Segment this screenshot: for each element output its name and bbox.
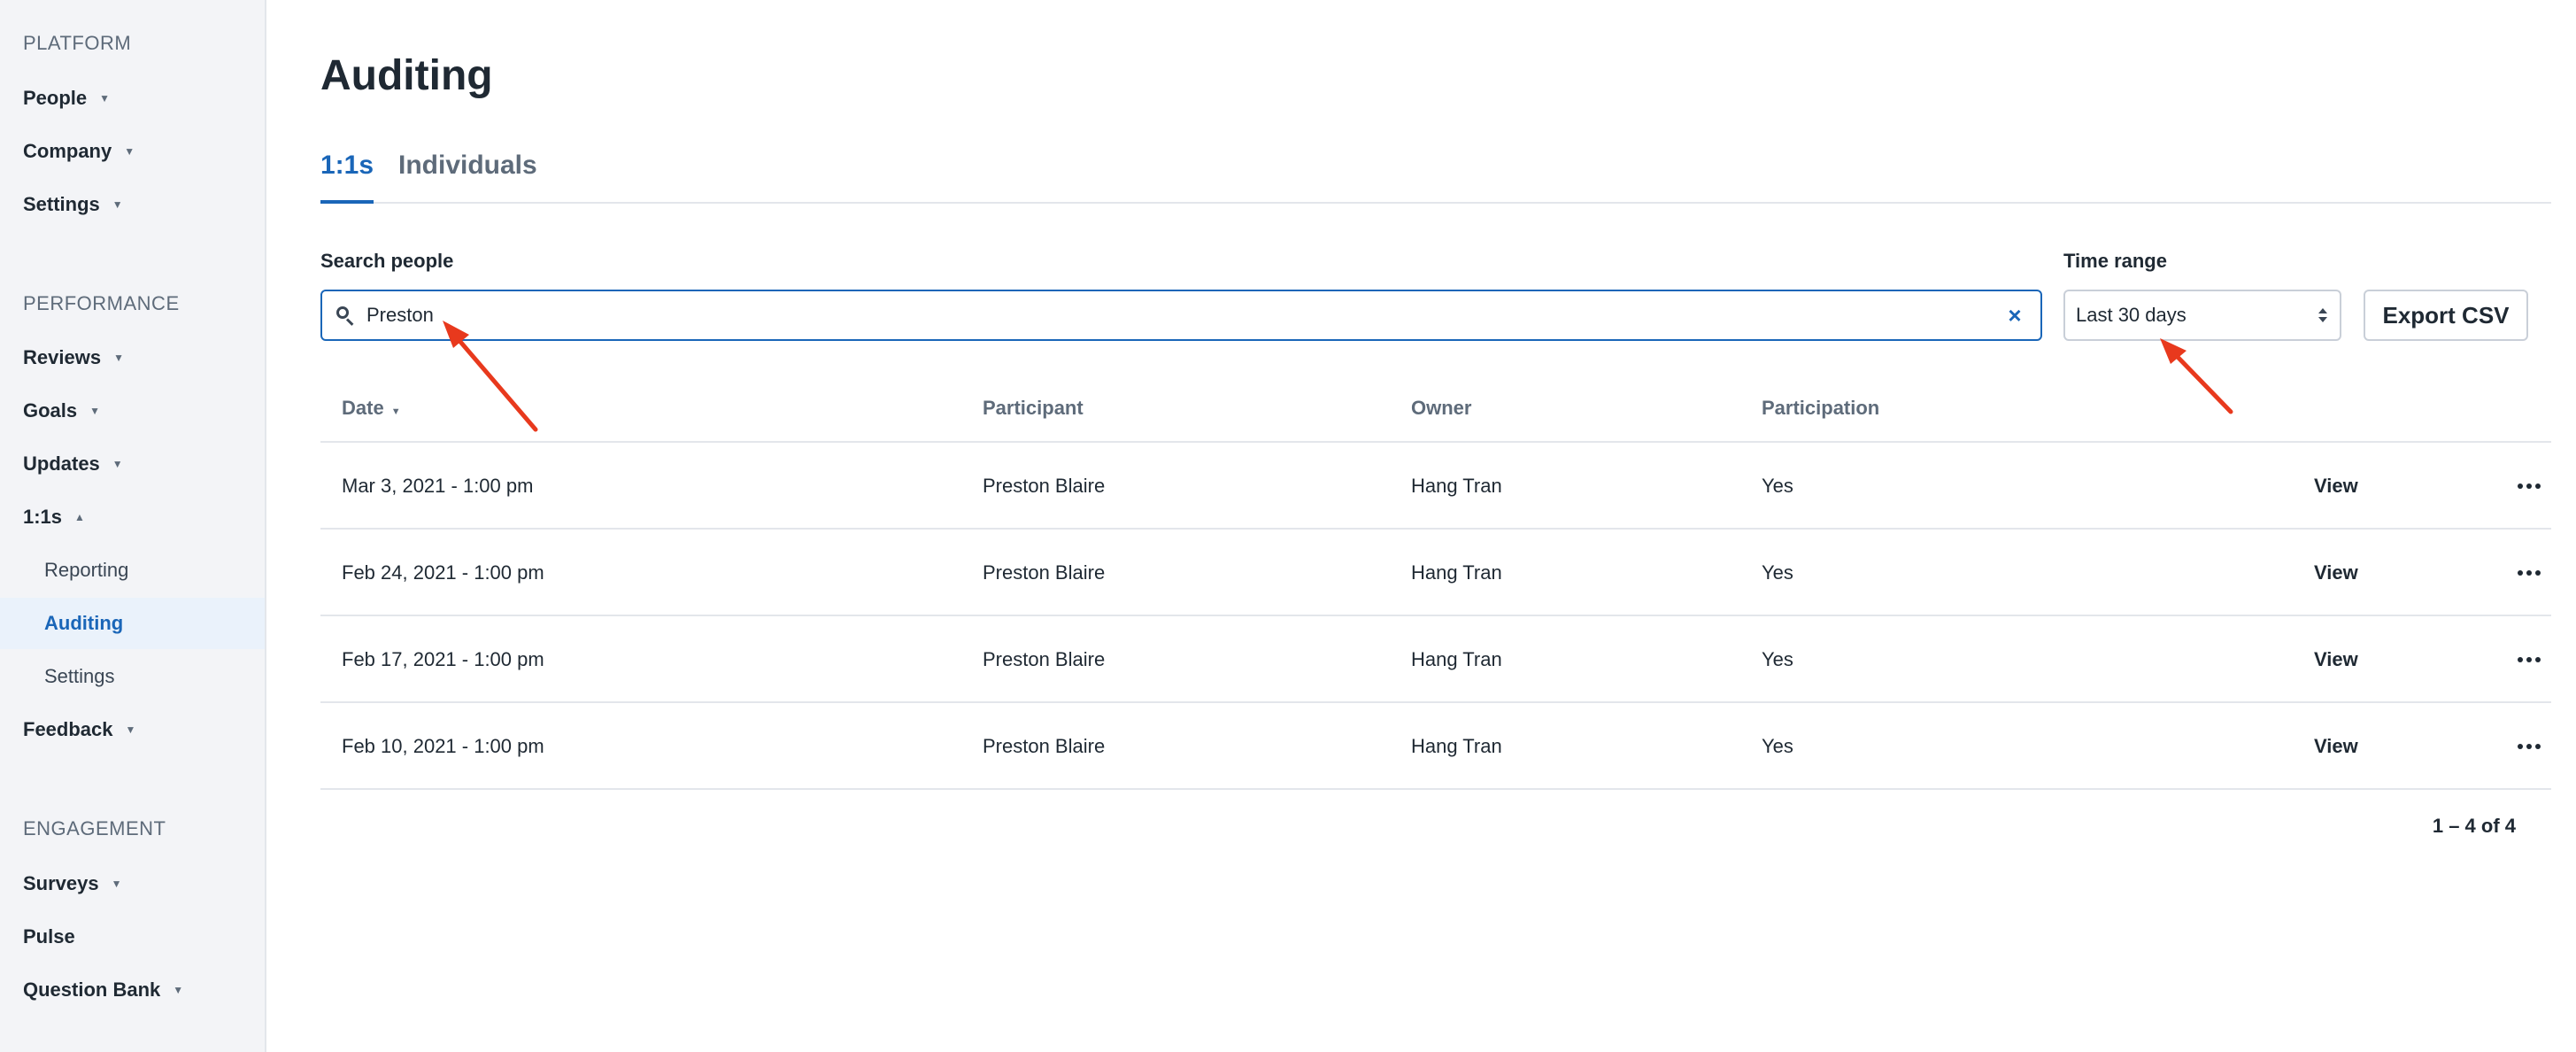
sidebar-item-label: Feedback [23,718,113,740]
sidebar-item-label: Goals [23,399,78,422]
sidebar-item-label: Question Bank [23,979,161,1001]
search-label: Search people [320,250,454,272]
time-range-select[interactable]: Last 30 days [2063,290,2341,341]
time-range-value: Last 30 days [2076,304,2187,326]
cell-participant: Preston Blaire [983,735,1106,757]
tab-bar: 1:1s Individuals [320,151,2551,204]
view-link[interactable]: View [2314,735,2358,758]
cell-owner: Hang Tran [1411,561,1502,584]
sidebar-item-company[interactable]: Company ▼ [0,126,265,177]
sidebar-item-label: Updates [23,453,100,475]
chevron-down-icon: ▼ [111,878,122,890]
chevron-down-icon: ▼ [113,352,124,364]
search-icon [335,305,356,326]
sidebar-heading-engagement: ENGAGEMENT [23,817,166,839]
chevron-down-icon: ▼ [124,145,135,158]
chevron-down-icon: ▼ [112,198,123,211]
column-header-label: Date [342,397,384,419]
more-options-icon[interactable] [2516,648,2542,669]
sidebar-item-feedback[interactable]: Feedback ▼ [0,704,265,755]
sidebar-item-label: People [23,87,88,109]
cell-date: Mar 3, 2021 - 1:00 pm [342,475,534,497]
column-header-participant: Participant [983,397,1084,419]
pagination-count: 1 – 4 of 4 [2432,815,2516,837]
more-options-icon[interactable] [2516,561,2542,583]
sidebar-subitem-reporting[interactable]: Reporting [0,545,265,596]
sidebar-item-people[interactable]: People ▼ [0,73,265,124]
cell-participation: Yes [1762,735,1793,757]
cell-owner: Hang Tran [1411,735,1502,757]
table-row: Feb 10, 2021 - 1:00 pm Preston Blaire Ha… [320,703,2551,790]
cell-participant: Preston Blaire [983,561,1106,584]
sidebar: PLATFORM People ▼ Company ▼ Settings ▼ P… [0,0,266,1052]
more-options-icon[interactable] [2516,475,2542,496]
sort-down-icon: ▼ [390,406,401,417]
cell-owner: Hang Tran [1411,475,1502,497]
view-link[interactable]: View [2314,648,2358,671]
chevron-down-icon: ▼ [125,723,136,736]
table-row: Feb 17, 2021 - 1:00 pm Preston Blaire Ha… [320,616,2551,703]
sidebar-subitem-settings[interactable]: Settings [0,651,265,702]
export-csv-button[interactable]: Export CSV [2364,290,2528,341]
cell-date: Feb 24, 2021 - 1:00 pm [342,561,544,584]
chevron-down-icon: ▼ [89,405,101,417]
sidebar-item-pulse[interactable]: Pulse [0,911,265,963]
sidebar-item-1on1s[interactable]: 1:1s ▲ [0,491,265,543]
page-title: Auditing [320,52,493,99]
column-header-owner: Owner [1411,397,1472,419]
sidebar-item-settings[interactable]: Settings ▼ [0,179,265,230]
chevron-up-icon: ▲ [74,511,85,523]
sidebar-item-question-bank[interactable]: Question Bank ▼ [0,964,265,1016]
cell-date: Feb 10, 2021 - 1:00 pm [342,735,544,757]
sidebar-heading-platform: PLATFORM [23,32,132,54]
view-link[interactable]: View [2314,561,2358,584]
cell-participant: Preston Blaire [983,648,1106,670]
sidebar-item-updates[interactable]: Updates ▼ [0,438,265,490]
table-row: Feb 24, 2021 - 1:00 pm Preston Blaire Ha… [320,530,2551,616]
tab-individuals[interactable]: Individuals [398,151,537,204]
chevron-down-icon: ▼ [99,92,111,104]
table-row: Mar 3, 2021 - 1:00 pm Preston Blaire Han… [320,443,2551,530]
sidebar-item-label: Settings [23,193,100,215]
column-header-participation: Participation [1762,397,1880,419]
select-arrows-icon [2318,306,2327,326]
view-link[interactable]: View [2314,475,2358,498]
table-header: Date ▼ Participant Owner Participation [320,372,2551,443]
sidebar-item-label: Company [23,140,112,162]
tab-1on1s[interactable]: 1:1s [320,151,374,204]
column-header-date[interactable]: Date ▼ [342,397,401,420]
cell-participant: Preston Blaire [983,475,1106,497]
sidebar-item-goals[interactable]: Goals ▼ [0,385,265,437]
cell-participation: Yes [1762,475,1793,497]
sidebar-item-label: Reviews [23,346,102,368]
cell-participation: Yes [1762,648,1793,670]
sidebar-item-reviews[interactable]: Reviews ▼ [0,332,265,383]
search-field: × [320,290,2042,341]
more-options-icon[interactable] [2516,735,2542,756]
search-input[interactable] [366,304,1960,327]
cell-owner: Hang Tran [1411,648,1502,670]
cell-date: Feb 17, 2021 - 1:00 pm [342,648,544,670]
sidebar-item-label: Surveys [23,872,99,894]
sidebar-subitem-auditing[interactable]: Auditing [0,598,265,649]
time-range-label: Time range [2063,250,2167,272]
sidebar-item-label: 1:1s [23,506,63,528]
chevron-down-icon: ▼ [112,458,123,470]
sidebar-heading-performance: PERFORMANCE [23,292,180,314]
sidebar-item-label: Pulse [23,925,75,948]
close-icon[interactable]: × [2003,304,2026,327]
chevron-down-icon: ▼ [173,984,184,996]
main-content: Auditing 1:1s Individuals Search people … [320,0,2551,1052]
sidebar-item-surveys[interactable]: Surveys ▼ [0,858,265,909]
cell-participation: Yes [1762,561,1793,584]
